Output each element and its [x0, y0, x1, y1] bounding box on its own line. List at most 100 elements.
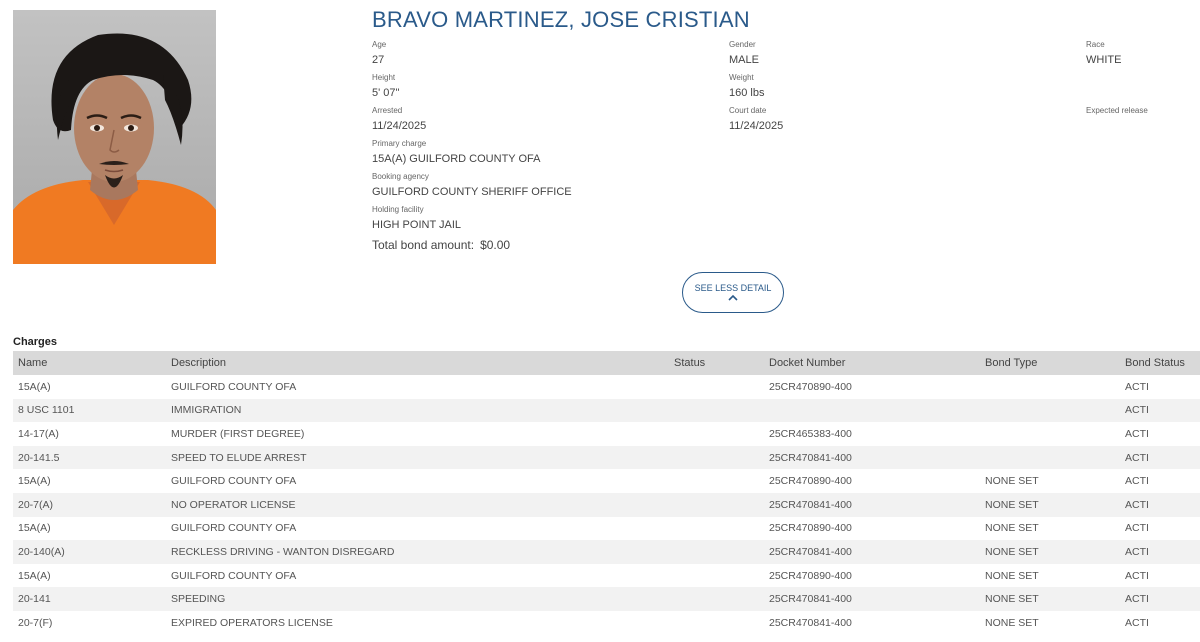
charge-status-cell [669, 422, 764, 446]
race-label: Race [1086, 40, 1105, 49]
docket-number-cell: 25CR470841-400 [764, 492, 980, 517]
arrested-label: Arrested [372, 106, 403, 115]
bond-status-cell: ACTI [1120, 587, 1200, 611]
bond-type-cell: NONE SET [985, 616, 1039, 629]
holding-facility-value: HIGH POINT JAIL [372, 219, 462, 231]
charge-name-cell: 15A(A) [18, 380, 51, 393]
docket-number-cell: 25CR470890-400 [769, 522, 852, 535]
charge-name-cell: 20-140(A) [13, 540, 166, 564]
table-row: 15A(A) GUILFORD COUNTY OFA 25CR470890-400 N… [13, 564, 1200, 588]
charge-status-cell [669, 587, 764, 611]
charge-name-cell: 15A(A) [18, 475, 51, 488]
chevron-up-icon [728, 294, 738, 301]
col-header-description[interactable]: Description [166, 351, 669, 375]
weight-label: Weight [729, 73, 754, 82]
booking-photo [13, 10, 216, 264]
bond-type-cell: NONE SET [980, 492, 1120, 517]
bond-status-cell: ACTI [1125, 616, 1149, 629]
docket-number-cell: 25CR465383-400 [769, 427, 852, 440]
charge-description-cell: GUILFORD COUNTY OFA [171, 522, 297, 535]
col-header-bond-type[interactable]: Bond Type [980, 351, 1120, 375]
charges-header-row: Name Description Status Docket Number Bo… [13, 351, 1200, 375]
age-value: 27 [372, 54, 385, 66]
booking-agency-field: Booking agency GUILFORD COUNTY SHERIFF O… [372, 172, 572, 199]
booking-agency-value: GUILFORD COUNTY SHERIFF OFFICE [372, 186, 572, 198]
bond-status-cell: ACTI [1125, 427, 1149, 440]
charges-table-body: 15A(A) GUILFORD COUNTY OFA 25CR470890-400 A… [13, 375, 1200, 635]
charge-name-cell: 14-17(A) [18, 427, 59, 440]
age-field: Age 27 [372, 40, 386, 67]
charge-status-cell [669, 540, 764, 564]
weight-field: Weight 160 lbs [729, 73, 764, 100]
bond-type-cell: NONE SET [985, 475, 1039, 488]
charge-description-cell: EXPIRED OPERATORS LICENSE [171, 616, 333, 629]
charge-description-cell: GUILFORD COUNTY OFA [171, 569, 297, 582]
charge-status-cell [669, 445, 764, 470]
charge-name-cell: 20-141 [13, 587, 166, 611]
charge-status-cell [669, 517, 764, 541]
charge-description-cell: SPEED TO ELUDE ARREST [166, 445, 669, 470]
docket-number-cell: 25CR470841-400 [764, 445, 980, 470]
gender-label: Gender [729, 40, 756, 49]
total-bond-value: $0.00 [480, 238, 511, 252]
bond-type-cell: NONE SET [985, 569, 1039, 582]
charge-description-cell: MURDER (FIRST DEGREE) [171, 427, 305, 440]
charge-name-cell: 8 USC 1101 [13, 398, 166, 423]
total-bond: Total bond amount: $0.00 [372, 238, 510, 252]
charge-name-cell: 15A(A) [18, 569, 51, 582]
race-value: WHITE [1086, 54, 1122, 66]
expected-release-field: Expected release [1086, 106, 1148, 119]
charges-table: Name Description Status Docket Number Bo… [13, 351, 1200, 635]
charge-description-cell: RECKLESS DRIVING - WANTON DISREGARD [166, 540, 669, 564]
race-field: Race WHITE [1086, 40, 1121, 67]
docket-number-cell: 25CR470841-400 [769, 616, 852, 629]
bond-type-cell: NONE SET [985, 522, 1039, 535]
table-row: 20-141 SPEEDING 25CR470841-400 NONE SET ACTI [13, 587, 1200, 611]
bond-type-cell: NONE SET [980, 587, 1120, 611]
table-row: 14-17(A) MURDER (FIRST DEGREE) 25CR465383-… [13, 422, 1200, 446]
table-row: 15A(A) GUILFORD COUNTY OFA 25CR470890-400 A… [13, 375, 1200, 399]
col-header-name[interactable]: Name [13, 351, 166, 375]
table-row: 20-7(F) EXPIRED OPERATORS LICENSE 25CR4708… [13, 611, 1200, 635]
arrested-value: 11/24/2025 [372, 120, 427, 132]
col-header-status[interactable]: Status [669, 351, 764, 375]
arrested-field: Arrested 11/24/2025 [372, 106, 426, 133]
holding-facility-field: Holding facility HIGH POINT JAIL [372, 205, 461, 232]
docket-number-cell: 25CR470890-400 [769, 569, 852, 582]
table-row: 20-141.5 SPEED TO ELUDE ARREST 25CR470841-… [13, 445, 1200, 470]
weight-value: 160 lbs [729, 87, 765, 99]
holding-facility-label: Holding facility [372, 205, 424, 214]
bond-type-cell [980, 422, 1120, 446]
table-row: 20-140(A) RECKLESS DRIVING - WANTON DISRE… [13, 540, 1200, 564]
charge-description-cell: IMMIGRATION [166, 398, 669, 423]
age-label: Age [372, 40, 387, 49]
height-value: 5' 07" [372, 87, 400, 99]
bond-status-cell: ACTI [1125, 522, 1149, 535]
bond-status-cell: ACTI [1120, 398, 1200, 423]
charge-name-cell: 20-141.5 [13, 445, 166, 470]
mugshot-image [13, 10, 216, 264]
height-label: Height [372, 73, 396, 82]
bond-status-cell: ACTI [1125, 475, 1149, 488]
charge-status-cell [669, 398, 764, 423]
col-header-bond-status[interactable]: Bond Status [1120, 351, 1200, 375]
court-date-field: Court date 11/24/2025 [729, 106, 783, 133]
charge-status-cell [669, 611, 764, 635]
docket-number-cell: 25CR470890-400 [769, 475, 852, 488]
primary-charge-field: Primary charge 15A(A) GUILFORD COUNTY OF… [372, 139, 541, 166]
table-row: 8 USC 1101 IMMIGRATION ACTI [13, 398, 1200, 423]
bond-type-cell [980, 375, 1120, 399]
docket-number-cell: 25CR470841-400 [764, 587, 980, 611]
primary-charge-label: Primary charge [372, 139, 427, 148]
charge-description-cell: SPEEDING [166, 587, 669, 611]
gender-value: MALE [729, 54, 759, 66]
see-less-detail-label: SEE LESS DETAIL [694, 283, 772, 293]
court-date-label: Court date [729, 106, 767, 115]
table-row: 15A(A) GUILFORD COUNTY OFA 25CR470890-400 N… [13, 517, 1200, 541]
primary-charge-value: 15A(A) GUILFORD COUNTY OFA [372, 153, 541, 165]
booking-agency-label: Booking agency [372, 172, 429, 181]
charge-status-cell [669, 492, 764, 517]
see-less-detail-button[interactable]: SEE LESS DETAIL [682, 272, 784, 313]
col-header-docket-number[interactable]: Docket Number [764, 351, 980, 375]
bond-status-cell: ACTI [1120, 445, 1200, 470]
